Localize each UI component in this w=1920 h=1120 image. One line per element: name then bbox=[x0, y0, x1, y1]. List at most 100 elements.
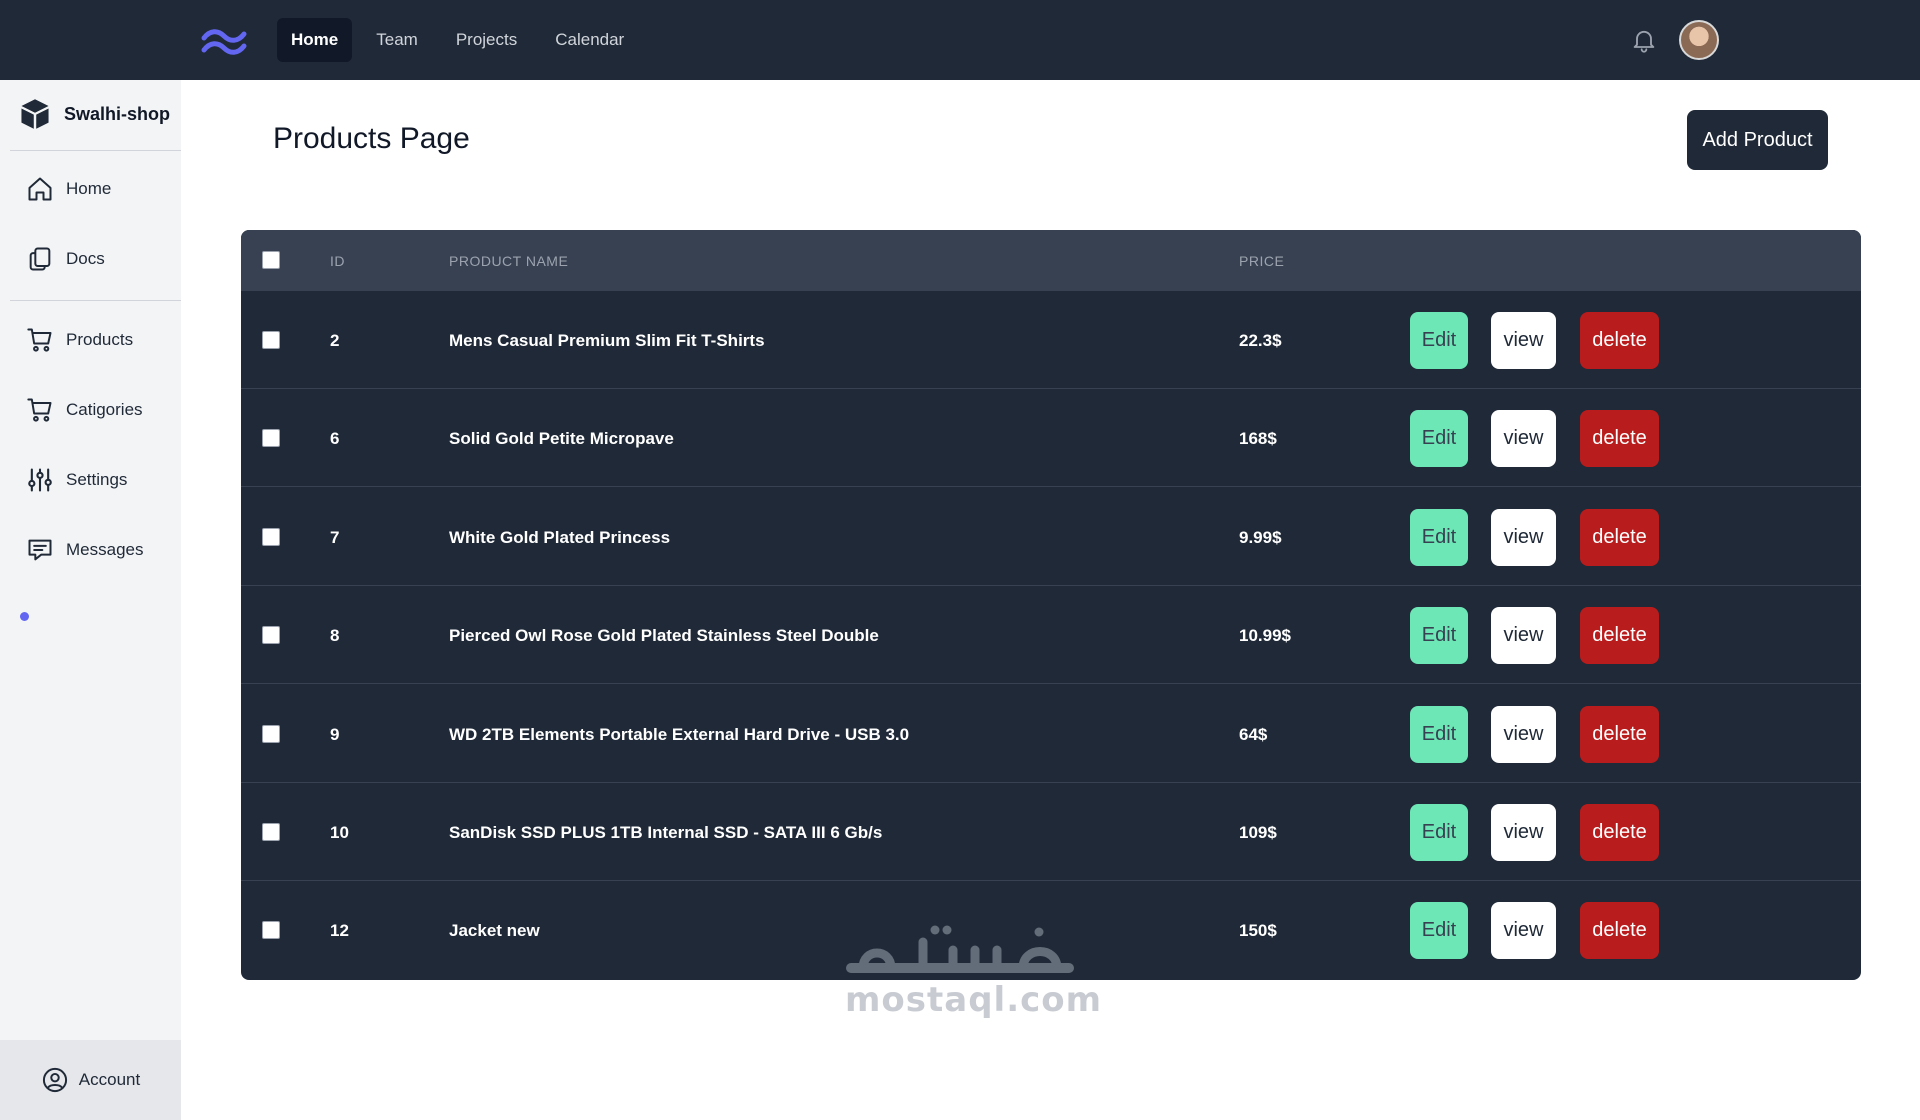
view-button[interactable]: view bbox=[1491, 508, 1556, 566]
product-id: 10 bbox=[330, 823, 349, 842]
nav-home[interactable]: Home bbox=[277, 18, 353, 62]
sidebar-item-catigories[interactable]: Catigories bbox=[26, 396, 143, 424]
product-id: 7 bbox=[330, 527, 340, 547]
product-name: Solid Gold Petite Micropave bbox=[449, 429, 674, 449]
product-name: White Gold Plated Princess bbox=[449, 527, 671, 547]
top-navbar: Home Team Projects Calendar bbox=[0, 0, 1920, 80]
row-checkbox[interactable] bbox=[262, 429, 280, 448]
sidebar-item-label: Catigories bbox=[66, 400, 143, 419]
home-icon bbox=[28, 177, 52, 201]
product-name: Pierced Owl Rose Gold Plated Stainless S… bbox=[449, 626, 879, 646]
product-price: 10.99$ bbox=[1239, 626, 1291, 646]
nav-calendar[interactable]: Calendar bbox=[541, 18, 638, 62]
sidebar-item-home[interactable]: Home bbox=[26, 175, 111, 203]
add-product-button[interactable]: Add Product bbox=[1687, 110, 1828, 170]
row-checkbox[interactable] bbox=[262, 921, 280, 940]
edit-button[interactable]: Edit bbox=[1410, 705, 1468, 763]
product-price: 9.99$ bbox=[1239, 527, 1282, 547]
product-name: SanDisk SSD PLUS 1TB Internal SSD - SATA… bbox=[449, 823, 883, 842]
page-title: Products Page bbox=[273, 122, 470, 155]
view-button[interactable]: view bbox=[1491, 705, 1556, 763]
view-button[interactable]: view bbox=[1491, 312, 1556, 369]
row-checkbox[interactable] bbox=[262, 724, 280, 743]
edit-button[interactable]: Edit bbox=[1410, 607, 1468, 665]
product-id: 2 bbox=[330, 331, 340, 350]
view-button[interactable]: view bbox=[1491, 410, 1556, 468]
cart-icon bbox=[27, 328, 52, 352]
sidebar-divider bbox=[10, 150, 181, 151]
delete-button[interactable]: delete bbox=[1580, 607, 1659, 665]
table-row: 12 Jacket new 150$ Edit view delete bbox=[241, 881, 1861, 979]
sidebar-item-messages[interactable]: Messages bbox=[26, 536, 143, 564]
docs-icon bbox=[29, 247, 51, 271]
product-id: 8 bbox=[330, 626, 340, 646]
sliders-icon bbox=[28, 468, 52, 492]
delete-button[interactable]: delete bbox=[1580, 410, 1659, 468]
row-checkbox[interactable] bbox=[262, 527, 280, 546]
unread-dot bbox=[20, 612, 29, 621]
table-row: 10 SanDisk SSD PLUS 1TB Internal SSD - SA… bbox=[241, 783, 1861, 881]
product-name: Mens Casual Premium Slim Fit T-Shirts bbox=[449, 331, 765, 350]
product-price: 22.3$ bbox=[1239, 331, 1282, 350]
product-id: 6 bbox=[330, 429, 340, 449]
sidebar-divider bbox=[10, 300, 181, 301]
product-price: 64$ bbox=[1239, 724, 1268, 744]
cube-icon bbox=[21, 99, 49, 129]
delete-button[interactable]: delete bbox=[1580, 804, 1659, 861]
brand-name: Swalhi-shop bbox=[64, 103, 171, 124]
sidebar-item-label: Settings bbox=[66, 470, 128, 489]
user-circle-icon bbox=[42, 1067, 67, 1093]
sidebar-item-docs[interactable]: Docs bbox=[26, 245, 105, 273]
watermark-text: mostaql.com bbox=[845, 980, 1103, 1020]
delete-button[interactable]: delete bbox=[1580, 508, 1659, 566]
edit-button[interactable]: Edit bbox=[1410, 508, 1468, 566]
view-button[interactable]: view bbox=[1491, 607, 1556, 665]
account-button[interactable]: Account bbox=[0, 1040, 181, 1120]
table-row: 8 Pierced Owl Rose Gold Plated Stainless … bbox=[241, 586, 1861, 685]
product-price: 109$ bbox=[1239, 823, 1277, 842]
table-header: ID PRODUCT NAME PRICE bbox=[241, 230, 1861, 291]
sidebar-item-label: Home bbox=[66, 179, 112, 198]
sidebar-item-label: Messages bbox=[66, 540, 144, 559]
edit-button[interactable]: Edit bbox=[1410, 410, 1468, 468]
nav-team[interactable]: Team bbox=[362, 18, 432, 62]
row-checkbox[interactable] bbox=[262, 331, 280, 349]
table-row: 6 Solid Gold Petite Micropave 168$ Edit view… bbox=[241, 389, 1861, 488]
delete-button[interactable]: delete bbox=[1580, 902, 1659, 960]
column-header-product-name: PRODUCT NAME bbox=[449, 253, 569, 269]
product-id: 12 bbox=[330, 921, 349, 941]
select-all-checkbox[interactable] bbox=[262, 251, 280, 269]
edit-button[interactable]: Edit bbox=[1410, 902, 1468, 960]
cart-icon bbox=[27, 398, 52, 422]
product-id: 9 bbox=[330, 724, 340, 744]
table-row: 7 White Gold Plated Princess 9.99$ Edit view… bbox=[241, 488, 1861, 586]
bell-icon[interactable] bbox=[1630, 26, 1658, 54]
edit-button[interactable]: Edit bbox=[1410, 312, 1468, 369]
delete-button[interactable]: delete bbox=[1580, 705, 1659, 763]
tailwind-logo-icon[interactable] bbox=[200, 26, 248, 56]
product-price: 150$ bbox=[1239, 921, 1277, 941]
sidebar-item-label: Products bbox=[66, 330, 134, 349]
product-name: WD 2TB Elements Portable External Hard D… bbox=[449, 724, 910, 744]
product-price: 168$ bbox=[1239, 429, 1277, 449]
sidebar-item-settings[interactable]: Settings bbox=[26, 466, 127, 494]
edit-button[interactable]: Edit bbox=[1410, 804, 1468, 861]
row-checkbox[interactable] bbox=[262, 626, 280, 645]
nav-projects[interactable]: Projects bbox=[442, 18, 531, 62]
sidebar-item-products[interactable]: Products bbox=[26, 326, 133, 354]
account-label: Account bbox=[78, 1070, 141, 1089]
view-button[interactable]: view bbox=[1491, 902, 1556, 960]
table-row: 9 WD 2TB Elements Portable External Hard … bbox=[241, 685, 1861, 783]
user-avatar[interactable] bbox=[1679, 20, 1719, 60]
delete-button[interactable]: delete bbox=[1580, 312, 1659, 369]
main-nav: Home Team Projects Calendar bbox=[277, 18, 638, 62]
column-header-id: ID bbox=[330, 253, 345, 269]
products-table: ID PRODUCT NAME PRICE 2 Mens Casual Premi… bbox=[241, 230, 1861, 980]
table-row: 2 Mens Casual Premium Slim Fit T-Shirts 22… bbox=[241, 291, 1861, 389]
view-button[interactable]: view bbox=[1491, 804, 1556, 861]
sidebar: Swalhi-shop Home Docs Products Catigorie… bbox=[0, 80, 181, 1120]
row-checkbox[interactable] bbox=[262, 823, 280, 841]
brand[interactable]: Swalhi-shop bbox=[20, 98, 170, 130]
sidebar-item-label: Docs bbox=[66, 249, 105, 268]
chat-icon bbox=[28, 539, 52, 561]
